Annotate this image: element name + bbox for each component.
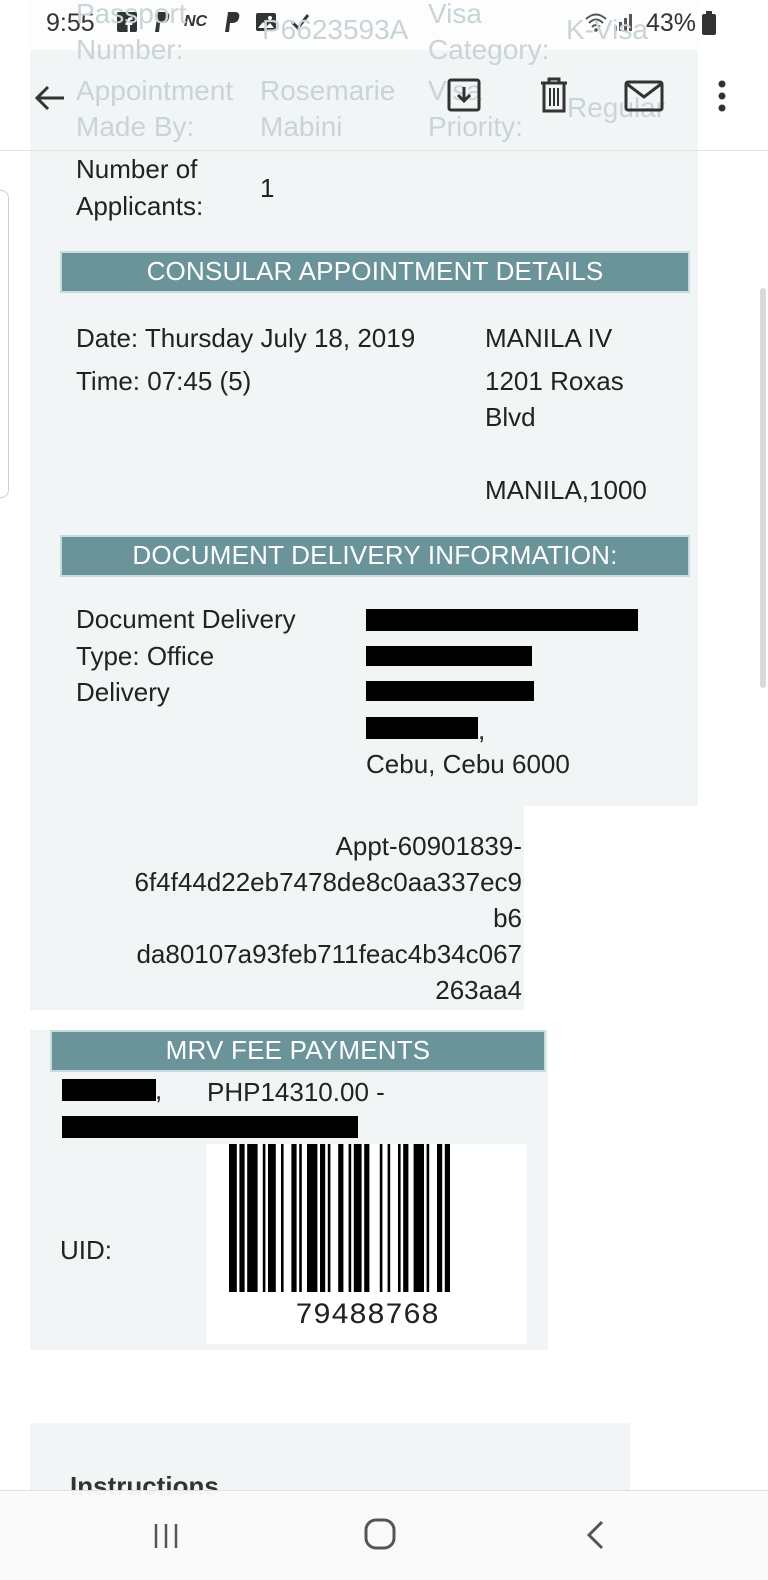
visa-value: K-Visa bbox=[566, 14, 648, 45]
appt-code-line1: Appt-60901839- bbox=[335, 831, 522, 861]
barcode-bar bbox=[299, 1144, 302, 1292]
redaction-address-4 bbox=[366, 717, 478, 739]
barcode-bar bbox=[239, 1144, 245, 1292]
location-line3: Blvd bbox=[485, 402, 536, 432]
left-edge-handle[interactable] bbox=[0, 190, 9, 498]
location-line1: MANILA IV bbox=[485, 323, 613, 353]
uid-label: UID: bbox=[60, 1235, 112, 1265]
navigation-bar bbox=[0, 1490, 768, 1580]
mrv-header: MRV FEE PAYMENTS bbox=[50, 1030, 546, 1072]
email-body: Number of Applicants: 1 CONSULAR APPOINT… bbox=[0, 0, 768, 1579]
barcode-bar bbox=[379, 1144, 383, 1292]
applicants-label-2: Applicants: bbox=[76, 191, 204, 221]
passport-value: P6623593A bbox=[262, 14, 409, 45]
redaction-address-1 bbox=[366, 609, 638, 631]
back-arrow-icon[interactable] bbox=[32, 80, 68, 116]
barcode-bar bbox=[348, 1144, 352, 1292]
mail-icon[interactable] bbox=[624, 80, 664, 112]
app-bar bbox=[0, 50, 768, 151]
appointment-time: Time: 07:45 (5) bbox=[76, 366, 252, 396]
barcode-bar bbox=[403, 1144, 409, 1292]
address-city: Cebu, Cebu 6000 bbox=[366, 749, 570, 779]
home-icon[interactable] bbox=[363, 1517, 397, 1551]
barcode-bar bbox=[364, 1144, 370, 1292]
barcode-bar bbox=[307, 1144, 318, 1292]
barcode-bar bbox=[437, 1144, 443, 1292]
redaction-payer bbox=[62, 1079, 156, 1101]
appt-code-line5: 263aa4 bbox=[435, 975, 522, 1005]
mrv-comma: , bbox=[155, 1075, 163, 1105]
barcode-box: 79488768 bbox=[207, 1144, 527, 1344]
delivery-header: DOCUMENT DELIVERY INFORMATION: bbox=[60, 535, 690, 577]
barcode-bar bbox=[262, 1144, 266, 1292]
appt-code-line2: 6f4f44d22eb7478de8c0aa337ec9 bbox=[134, 867, 523, 897]
barcode-bar bbox=[444, 1144, 450, 1292]
redaction-reference bbox=[62, 1116, 358, 1138]
barcode-bar bbox=[247, 1144, 258, 1292]
redaction-address-2 bbox=[366, 646, 532, 666]
applicants-label-1: Number of bbox=[76, 154, 198, 184]
barcode-bar bbox=[398, 1144, 401, 1292]
mrv-amount: PHP14310.00 - bbox=[207, 1077, 385, 1107]
archive-icon[interactable] bbox=[446, 76, 482, 114]
barcode-bar bbox=[387, 1144, 391, 1292]
appt-code-line4: da80107a93feb711feac4b34c067 bbox=[136, 939, 522, 969]
barcode-bar bbox=[353, 1144, 362, 1292]
barcode-bar bbox=[281, 1144, 284, 1292]
delivery-type-1: Document Delivery bbox=[76, 604, 296, 634]
appointment-header: CONSULAR APPOINTMENT DETAILS bbox=[60, 251, 690, 293]
appt-code-line3: b6 bbox=[493, 903, 522, 933]
appt-code: Appt-60901839- 6f4f44d22eb7478de8c0aa337… bbox=[40, 828, 523, 1008]
delete-icon[interactable] bbox=[538, 76, 570, 114]
address-comma: , bbox=[478, 715, 486, 745]
barcode-bar bbox=[426, 1144, 430, 1292]
barcode-bar bbox=[327, 1144, 331, 1292]
delivery-type-2: Type: Office bbox=[76, 641, 215, 671]
barcode-bar bbox=[320, 1144, 326, 1292]
location-line2: 1201 Roxas bbox=[485, 366, 624, 396]
barcode-number: 79488768 bbox=[294, 1299, 440, 1333]
appointment-date: Date: Thursday July 18, 2019 bbox=[76, 323, 416, 353]
back-icon[interactable] bbox=[584, 1519, 606, 1551]
redaction-address-3 bbox=[366, 681, 534, 701]
applicants-value: 1 bbox=[260, 173, 275, 203]
barcode-bar bbox=[268, 1144, 276, 1292]
scrollbar-thumb[interactable] bbox=[760, 288, 766, 688]
delivery-type-3: Delivery bbox=[76, 677, 170, 707]
barcode-bar bbox=[413, 1144, 424, 1292]
more-options-icon[interactable] bbox=[715, 78, 729, 118]
location-line4: MANILA,1000 bbox=[485, 475, 647, 505]
barcode-bar bbox=[229, 1144, 237, 1292]
barcode-bar bbox=[291, 1144, 297, 1292]
recent-apps-icon[interactable] bbox=[151, 1521, 181, 1551]
barcode-bar bbox=[338, 1144, 344, 1292]
barcode-image bbox=[229, 1144, 450, 1292]
